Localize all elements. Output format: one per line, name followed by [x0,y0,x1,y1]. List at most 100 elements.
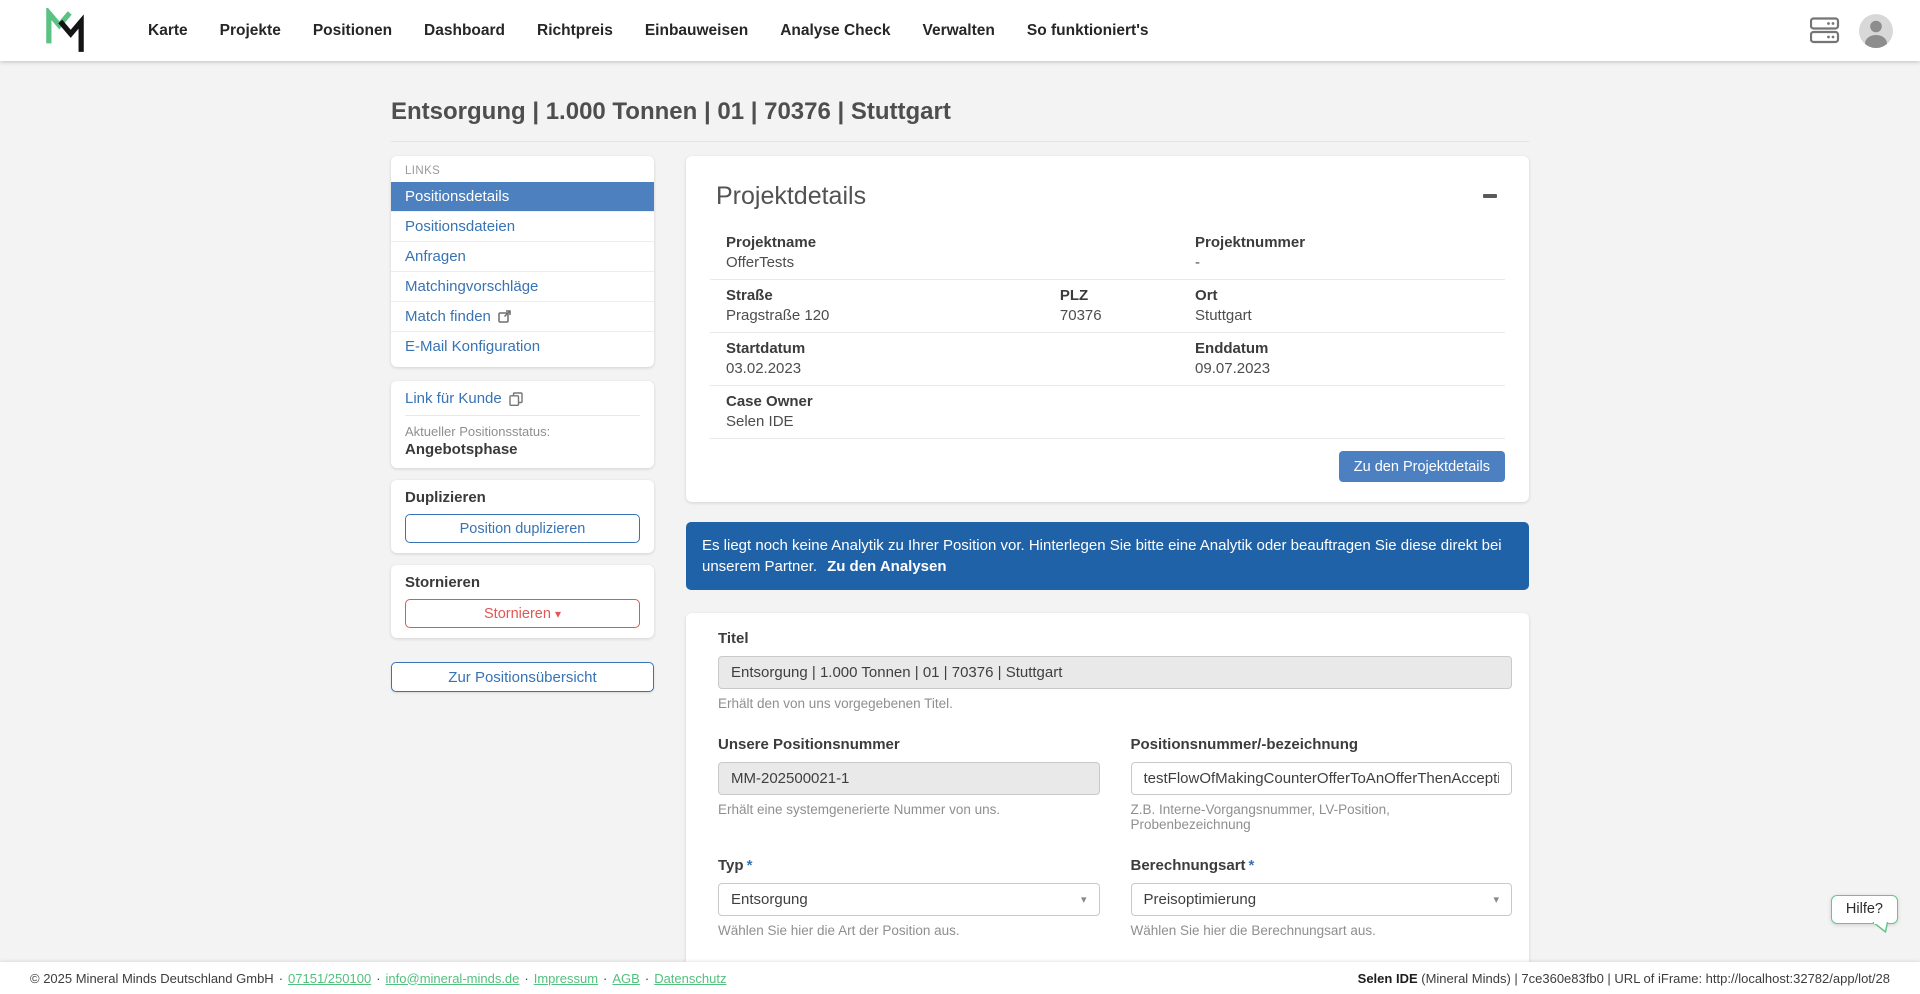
mineral-minds-logo-icon [46,7,84,52]
title-divider [391,141,1529,142]
field-label: PLZ [1059,287,1089,304]
page-title: Entsorgung | 1.000 Tonnen | 01 | 70376 |… [391,98,951,125]
footer-phone-link[interactable]: 07151/250100 [288,971,371,986]
berechnungsart-label: Berechnungsart * [1130,857,1255,874]
berechnungsart-helper: Wählen Sie hier die Berechnungsart aus. [1130,923,1376,938]
chevron-down-icon: ▾ [554,606,561,621]
typ-select[interactable]: Entsorgung ▾ [718,883,1100,916]
position-number-helper: Z.B. Interne-Vorgangsnummer, LV-Position… [1130,802,1390,832]
field-value: OfferTests [726,254,795,271]
analytics-info-banner: Es liegt noch keine Analytik zu Ihrer Po… [686,522,1529,590]
separator: · [603,970,608,986]
nav-item-analyse-check[interactable]: Analyse Check [764,12,906,50]
external-link-icon [498,310,511,323]
separator: · [524,970,529,986]
session-user: Selen IDE [1357,970,1418,986]
brand-logo[interactable] [46,7,84,54]
field-value: 70376 [1059,307,1102,324]
typ-label: Typ * [718,857,753,874]
page-content: Entsorgung | 1.000 Tonnen | 01 | 70376 |… [391,98,1529,993]
nav-right-actions [1810,13,1894,49]
sidebar-item-label: Match finden [405,308,491,325]
field-value: 09.07.2023 [1195,360,1271,377]
titel-label: Titel [718,630,749,647]
sidebar-item-positionsdateien[interactable]: Positionsdateien [391,211,654,241]
sidebar-item-anfragen[interactable]: Anfragen [391,241,654,271]
nav-item-richtpreis[interactable]: Richtpreis [521,12,629,50]
duplicate-card: Duplizieren Position duplizieren [391,480,654,553]
nav-item-projekte[interactable]: Projekte [204,12,297,50]
nav-item-verwalten[interactable]: Verwalten [906,12,1010,50]
project-details-card: Projektdetails Projektname OfferTests Pr… [686,156,1529,502]
field-value: - [1195,254,1201,271]
titel-helper: Erhält den von uns vorgegebenen Titel. [718,696,953,711]
field-label: Enddatum [1195,340,1269,357]
help-button[interactable]: Hilfe? [1830,895,1898,933]
field-label: Ort [1195,287,1218,304]
footer-datenschutz-link[interactable]: Datenschutz [654,971,726,986]
nav-item-karte[interactable]: Karte [132,12,204,50]
project-details-title: Projektdetails [716,182,867,210]
position-number-input[interactable] [1130,762,1512,795]
to-analyses-link[interactable]: Zu den Analysen [827,558,946,575]
nav-item-so-funktionierts[interactable]: So funktioniert's [1011,12,1165,50]
sidebar-item-matchingvorschlaege[interactable]: Matchingvorschläge [391,271,654,301]
sidebar-item-match-finden[interactable]: Match finden [391,301,654,331]
nav-item-einbauweisen[interactable]: Einbauweisen [629,12,764,50]
main-menu: Karte Projekte Positionen Dashboard Rich… [132,12,1165,50]
required-asterisk: * [746,857,753,874]
separator: · [278,970,284,986]
session-info: Selen IDE (Mineral Minds) | 7ce360e83fb0… [1358,971,1890,986]
project-row: Startdatum 03.02.2023 Enddatum 09.07.202… [710,333,1505,386]
copy-icon [509,391,523,406]
footer-agb-link[interactable]: AGB [612,971,639,986]
banner-text: Es liegt noch keine Analytik zu Ihrer Po… [702,537,1502,575]
customer-link[interactable]: Link für Kunde [405,390,640,416]
user-avatar-icon[interactable] [1858,13,1894,49]
field-label: Straße [726,287,773,304]
to-project-details-button[interactable]: Zu den Projektdetails [1338,451,1505,482]
duplicate-header: Duplizieren [405,489,486,506]
project-row: Case Owner Selen IDE [710,386,1505,439]
chevron-down-icon: ▾ [1080,894,1087,906]
status-label: Aktueller Positionsstatus: [405,424,551,439]
status-card: Link für Kunde Aktueller Positionsstatus… [391,381,654,468]
duplicate-position-button[interactable]: Position duplizieren [405,514,640,543]
sidebar-item-positionsdetails[interactable]: Positionsdetails [391,182,654,211]
cancel-button-label: Stornieren [484,605,551,622]
our-position-number-input [718,762,1100,795]
cancel-card: Stornieren Stornieren ▾ [391,565,654,638]
field-label: Case Owner [726,393,813,410]
nav-item-positionen[interactable]: Positionen [297,12,408,50]
help-bubble-tail [1872,922,1889,933]
field-value: Selen IDE [726,413,794,430]
server-stack-icon[interactable] [1810,17,1840,44]
nav-item-dashboard[interactable]: Dashboard [408,12,521,50]
top-nav: Karte Projekte Positionen Dashboard Rich… [0,0,1920,61]
field-value: 03.02.2023 [726,360,802,377]
session-details: (Mineral Minds) | 7ce360e83fb0 | URL of … [1417,970,1890,986]
berechnungsart-select[interactable]: Preisoptimierung ▾ [1130,883,1512,916]
footer-email-link[interactable]: info@mineral-minds.de [386,971,520,986]
footer-impressum-link[interactable]: Impressum [534,971,598,986]
separator: · [644,970,650,986]
field-label: Projektnummer [1195,234,1306,251]
help-button-label: Hilfe? [1845,901,1883,917]
cancel-header: Stornieren [405,574,481,591]
berechnungsart-select-value: Preisoptimierung [1143,891,1257,908]
required-asterisk: * [1248,857,1255,874]
our-position-number-label: Unsere Positionsnummer [718,736,900,753]
cancel-button[interactable]: Stornieren ▾ [405,599,640,628]
project-row: Straße Pragstraße 120 PLZ 70376 Ort Stut… [710,280,1505,333]
collapse-minus-icon[interactable] [1483,194,1497,198]
links-card: LINKS Positionsdetails Positionsdateien … [391,156,654,367]
our-position-number-helper: Erhält eine systemgenerierte Nummer von … [718,802,1001,817]
separator: · [376,970,381,986]
chevron-down-icon: ▾ [1493,894,1499,906]
sidebar-item-email-konfiguration[interactable]: E-Mail Konfiguration [391,331,654,361]
customer-link-label: Link für Kunde [405,390,502,407]
sidebar: LINKS Positionsdetails Positionsdateien … [391,156,654,692]
links-header: LINKS [405,165,441,177]
typ-select-value: Entsorgung [731,891,808,908]
position-overview-button[interactable]: Zur Positionsübersicht [391,662,654,692]
